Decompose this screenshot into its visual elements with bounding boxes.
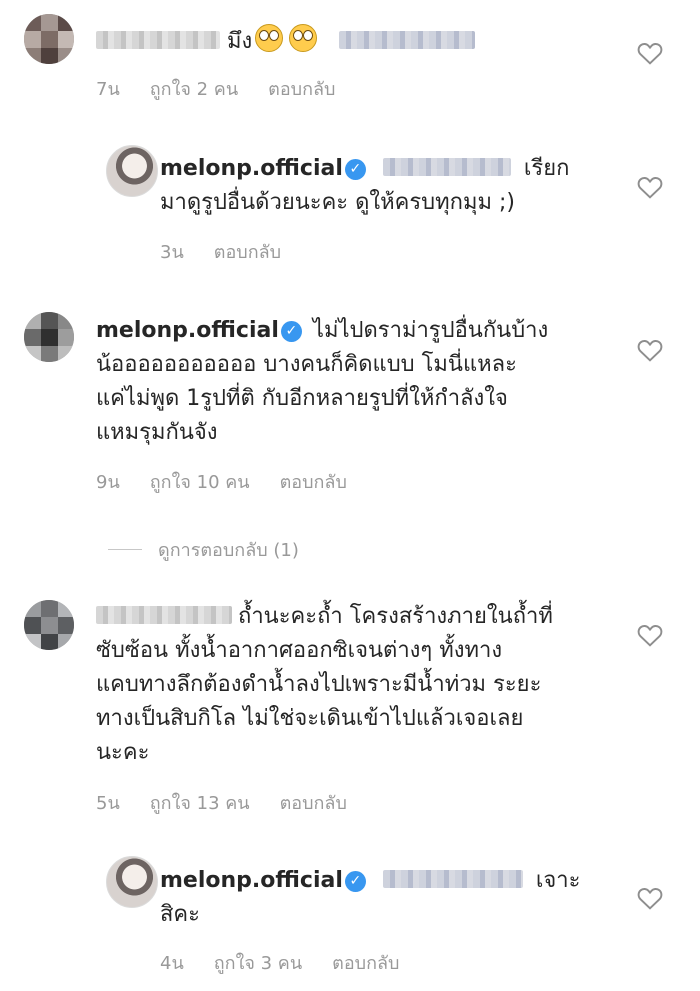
reply-button[interactable]: ตอบกลับ	[280, 467, 347, 496]
comment-line: แหมรุมกันจัง	[96, 420, 218, 445]
comment-time: 5น	[96, 793, 120, 814]
heart-outline-icon[interactable]	[637, 338, 663, 362]
heart-outline-icon[interactable]	[637, 41, 663, 65]
blurred-mention[interactable]	[382, 158, 511, 176]
comments-screen: มึง 7น ถูกใจ 2 คน ตอบกลับ melonp.official ✓…	[0, 0, 700, 991]
comment-meta: 5น ถูกใจ 13 คน ตอบกลับ	[96, 788, 377, 817]
comment-meta: 7น ถูกใจ 2 คน ตอบกลับ	[96, 74, 365, 103]
avatar[interactable]	[106, 856, 158, 908]
comment-line: มึง	[227, 29, 253, 54]
blurred-username[interactable]	[96, 31, 220, 49]
reply-button[interactable]: ตอบกลับ	[332, 948, 399, 977]
comment-time: 9น	[96, 472, 120, 493]
likes-count[interactable]: ถูกใจ 2 คน	[150, 74, 238, 103]
view-replies-label: ดูการตอบกลับ (1)	[158, 540, 299, 561]
comment-text: ถ้ำนะคะถ้ำ โครงสร้างภายในถ้ำที่ ซับซ้อน …	[96, 600, 553, 770]
comment-line: น้อออออออออออ บางคนก็คิดแบบ โมนี่แหละ	[96, 352, 517, 377]
comment-line: สิคะ	[160, 902, 200, 927]
heart-outline-icon[interactable]	[637, 175, 663, 199]
comment-line: นะคะ	[96, 740, 150, 765]
likes-count[interactable]: ถูกใจ 10 คน	[150, 467, 250, 496]
likes-count[interactable]: ถูกใจ 3 คน	[214, 948, 302, 977]
comment-line: แค่ไม่พูด 1รูปที่ติ กับอีกหลายรูปที่ให้ก…	[96, 386, 508, 411]
comment-time: 7น	[96, 79, 120, 100]
username[interactable]: melonp.official	[160, 868, 343, 893]
comment-text: melonp.official ✓ เรียก มาดูรูปอื่นด้วยนะ…	[160, 152, 569, 220]
comment-meta: 9น ถูกใจ 10 คน ตอบกลับ	[96, 467, 377, 496]
comment-line: ไม่ไปดราม่ารูปอื่นกันบ้าง	[312, 318, 549, 343]
username[interactable]: melonp.official	[160, 156, 343, 181]
reply-button[interactable]: ตอบกลับ	[214, 237, 281, 266]
verified-badge-icon: ✓	[344, 871, 366, 892]
avatar[interactable]	[24, 312, 74, 362]
heart-outline-icon[interactable]	[637, 886, 663, 910]
comment-line: ซับซ้อน ทั้งน้ำอากาศออกซิเจนต่างๆ ทั้งทา…	[96, 638, 503, 663]
view-replies-button[interactable]: ดูการตอบกลับ (1)	[108, 535, 299, 564]
comment-line: เรียก	[523, 156, 570, 181]
reply-button[interactable]: ตอบกลับ	[268, 74, 335, 103]
face-with-rolling-eyes-icon	[289, 24, 318, 52]
blurred-username[interactable]	[96, 606, 232, 624]
avatar[interactable]	[24, 14, 74, 64]
username[interactable]: melonp.official	[96, 318, 279, 343]
blurred-mention[interactable]	[339, 31, 476, 49]
avatar[interactable]	[24, 600, 74, 650]
comment-line: เจาะ	[535, 868, 581, 893]
avatar[interactable]	[106, 145, 158, 197]
comment-line: มาดูรูปอื่นด้วยนะคะ ดูให้ครบทุกมุม ;)	[160, 190, 515, 215]
comment-time: 3น	[160, 242, 184, 263]
comment-meta: 3น ตอบกลับ	[160, 237, 311, 266]
divider	[108, 549, 142, 550]
comment-meta: 4น ถูกใจ 3 คน ตอบกลับ	[160, 948, 429, 977]
comment-text: melonp.official ✓ เจาะ สิคะ	[160, 864, 580, 932]
blurred-mention[interactable]	[382, 870, 523, 888]
comment-line: แคบทางลึกต้องดำน้ำลงไปเพราะมีน้ำท่วม ระย…	[96, 672, 542, 697]
comment-line: ทางเป็นสิบกิโล ไม่ใช่จะเดินเข้าไปแล้วเจอ…	[96, 706, 524, 731]
comment-time: 4น	[160, 953, 184, 974]
comment-line: ถ้ำนะคะถ้ำ โครงสร้างภายในถ้ำที่	[238, 604, 553, 629]
verified-badge-icon: ✓	[280, 321, 302, 342]
comment-text: มึง	[96, 24, 476, 59]
likes-count[interactable]: ถูกใจ 13 คน	[150, 788, 250, 817]
verified-badge-icon: ✓	[344, 159, 366, 180]
face-with-rolling-eyes-icon	[255, 24, 284, 52]
comment-text: melonp.official ✓ ไม่ไปดราม่ารูปอื่นกันบ้…	[96, 314, 548, 450]
heart-outline-icon[interactable]	[637, 623, 663, 647]
reply-button[interactable]: ตอบกลับ	[280, 788, 347, 817]
